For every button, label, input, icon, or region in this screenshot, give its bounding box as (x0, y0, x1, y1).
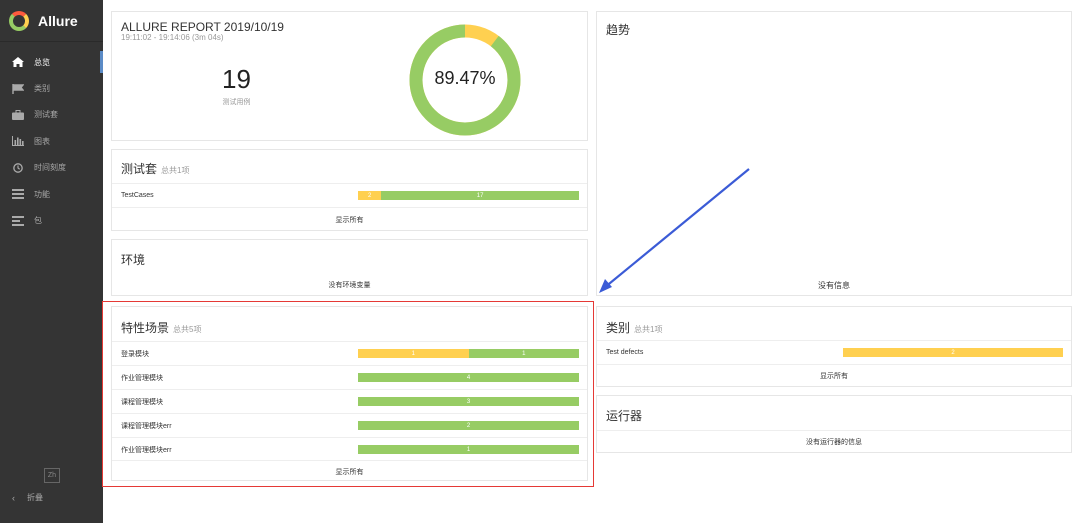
executors-empty-message: 没有运行器的信息 (597, 430, 1071, 453)
suites-title: 测试套 总共1项 (121, 160, 189, 177)
suites-subtitle: 总共1项 (161, 166, 190, 175)
sidebar-item-label: 时间刻度 (34, 163, 66, 173)
sidebar-item-graphs[interactable]: 图表 (0, 128, 103, 154)
executors-widget: 运行器 没有运行器的信息 (596, 395, 1072, 453)
suites-title-text: 测试套 (121, 162, 158, 176)
sidebar-item-overview[interactable]: 总览 (0, 49, 103, 75)
status-bar: 2 17 (358, 191, 579, 200)
sidebar-item-label: 包 (34, 216, 42, 226)
table-row[interactable]: Test defects 2 (597, 340, 1071, 364)
collapse-label: 折叠 (27, 493, 43, 502)
trend-widget: 趋势 没有信息 (596, 11, 1072, 296)
category-segment: 2 (843, 348, 1063, 357)
annotation-arrow (599, 168, 750, 293)
categories-title-text: 类别 (606, 321, 631, 335)
categories-show-all[interactable]: 显示所有 (597, 364, 1071, 387)
sidebar-item-packages[interactable]: 包 (0, 207, 103, 233)
status-segment-broken: 2 (358, 191, 382, 200)
home-icon (11, 57, 25, 68)
testcase-count-label: 测试用例 (222, 99, 251, 106)
sidebar-item-label: 总览 (34, 57, 50, 67)
sidebar-item-suites[interactable]: 测试套 (0, 102, 103, 128)
executors-title: 运行器 (606, 409, 643, 423)
flag-icon (11, 83, 25, 94)
chevron-left-icon: ‹ (12, 492, 15, 503)
table-row[interactable]: TestCases 2 17 (112, 183, 587, 207)
sidebar-item-categories[interactable]: 类别 (0, 75, 103, 101)
suites-show-all[interactable]: 显示所有 (112, 207, 587, 231)
summary-widget: ALLURE REPORT 2019/10/19 19:11:02 - 19:1… (111, 11, 588, 141)
categories-subtitle: 总共1项 (634, 325, 663, 334)
environment-widget: 环境 没有环境变量 (111, 239, 588, 296)
brand[interactable]: Allure (0, 0, 103, 42)
collapse-button[interactable]: ‹ 折叠 (12, 492, 43, 503)
category-name: Test defects (606, 349, 644, 356)
clock-icon (11, 162, 25, 173)
sidebar-item-label: 功能 (34, 189, 50, 199)
allure-logo-icon (9, 10, 29, 31)
sidebar-item-behaviors[interactable]: 功能 (0, 181, 103, 207)
environment-title: 环境 (121, 253, 146, 267)
environment-empty-message: 没有环境变量 (328, 282, 371, 289)
align-left-icon (11, 215, 25, 226)
categories-widget: 类别 总共1项 Test defects 2 显示所有 (596, 306, 1072, 387)
category-bar: 2 (843, 348, 1063, 357)
sidebar: Allure 总览 类别 测试套 图表 时间刻度 功能 包 Zh ‹ 折叠 (0, 0, 103, 523)
arrow-line (603, 168, 750, 289)
bar-chart-icon (11, 136, 25, 147)
suite-name: TestCases (121, 192, 154, 199)
report-title: ALLURE REPORT 2019/10/19 (121, 20, 284, 34)
sidebar-item-label: 类别 (34, 84, 50, 94)
testcase-count: 19 (222, 64, 251, 94)
sidebar-nav: 总览 类别 测试套 图表 时间刻度 功能 包 (0, 42, 103, 234)
success-percent: 89.47% (434, 68, 496, 88)
sidebar-item-label: 图表 (34, 136, 50, 146)
suites-widget: 测试套 总共1项 TestCases 2 17 显示所有 (111, 149, 588, 231)
list-icon (11, 189, 25, 200)
brand-name: Allure (38, 12, 78, 29)
categories-title: 类别 总共1项 (606, 319, 662, 336)
sidebar-item-timeline[interactable]: 时间刻度 (0, 155, 103, 181)
sidebar-item-label: 测试套 (34, 110, 58, 120)
highlight-box (102, 301, 594, 487)
trend-empty-message: 没有信息 (818, 281, 850, 290)
status-segment-passed: 17 (381, 191, 579, 200)
language-button[interactable]: Zh (44, 468, 60, 483)
briefcase-icon (11, 109, 25, 120)
report-time: 19:11:02 - 19:14:06 (3m 04s) (121, 33, 224, 42)
